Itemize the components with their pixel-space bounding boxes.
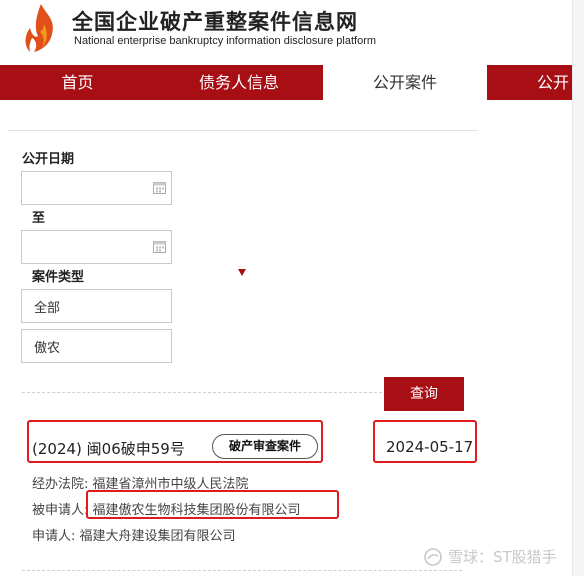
watermark-text: 雪球：ST股猎手	[448, 548, 557, 566]
case-type-label: 案件类型	[32, 270, 85, 285]
keyword-value: 傲农	[34, 340, 61, 356]
site-logo	[25, 4, 53, 52]
highlight-case-number	[27, 420, 323, 463]
site-title: 全国企业破产重整案件信息网	[72, 10, 358, 34]
calendar-icon[interactable]	[153, 181, 166, 194]
tab-home[interactable]: 首页	[0, 65, 155, 100]
tab-debtor-info[interactable]: 债务人信息	[155, 65, 323, 100]
date-to-input[interactable]	[21, 230, 172, 264]
keyword-input[interactable]: 傲农	[21, 329, 172, 363]
tab-public-more[interactable]: 公开	[487, 65, 584, 100]
query-button[interactable]: 查询	[384, 377, 464, 411]
applicant-row: 申请人: 福建大舟建设集团有限公司	[32, 525, 236, 544]
dashed-divider	[22, 570, 462, 571]
highlight-respondent	[86, 490, 339, 519]
date-label: 公开日期	[22, 152, 75, 167]
highlight-case-date	[373, 420, 477, 463]
court-label: 经办法院:	[32, 477, 89, 492]
divider	[8, 130, 478, 131]
scrollbar[interactable]	[572, 0, 584, 576]
snowball-icon	[424, 547, 442, 566]
respondent-label: 被申请人:	[32, 503, 89, 518]
tab-public-cases[interactable]: 公开案件	[323, 65, 487, 100]
applicant-label: 申请人:	[32, 529, 76, 544]
dashed-divider	[22, 392, 382, 393]
calendar-icon[interactable]	[153, 240, 166, 253]
date-from-input[interactable]	[21, 171, 172, 205]
case-type-select[interactable]: 全部	[21, 289, 172, 323]
dropdown-arrow-icon[interactable]	[238, 269, 246, 276]
watermark: 雪球：ST股猎手	[424, 546, 557, 567]
site-subtitle: National enterprise bankruptcy informati…	[74, 35, 377, 47]
main-nav: 首页 债务人信息 公开案件 公开	[0, 65, 584, 100]
case-type-value: 全部	[34, 300, 61, 316]
applicant-value: 福建大舟建设集团有限公司	[79, 529, 236, 544]
date-to-label: 至	[32, 211, 46, 226]
